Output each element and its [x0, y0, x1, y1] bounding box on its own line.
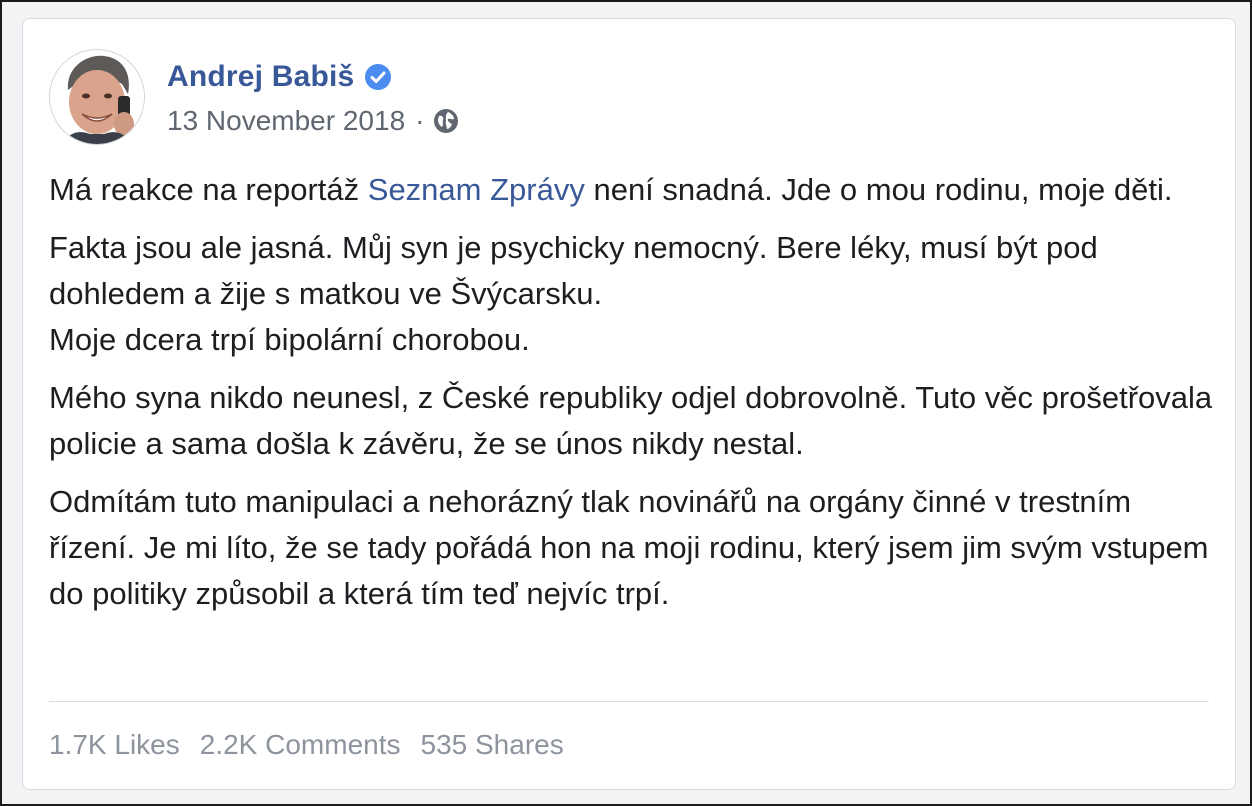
paragraph-text: Mého syna nikdo neunesl, z České republi… [49, 380, 1213, 461]
globe-icon[interactable] [432, 107, 460, 135]
paragraph-text: Odmítám tuto manipulaci a nehorázný tlak… [49, 484, 1209, 611]
post-paragraph: Mého syna nikdo neunesl, z České republi… [49, 375, 1219, 467]
post-stats: 1.7K Likes 2.2K Comments 535 Shares [49, 729, 584, 761]
screenshot-frame: Andrej Babiš 13 November 2018 · Má reakc… [0, 0, 1252, 806]
paragraph-text: není snadná. Jde o mou rodinu, moje děti… [584, 172, 1173, 207]
post-paragraph: Odmítám tuto manipulaci a nehorázný tlak… [49, 479, 1219, 617]
comments-count[interactable]: 2.2K Comments [200, 729, 401, 761]
paragraph-text: Má reakce na reportáž [49, 172, 368, 207]
stats-divider [49, 701, 1209, 702]
post-header: Andrej Babiš 13 November 2018 · [49, 47, 460, 147]
paragraph-text: Moje dcera trpí bipolární chorobou. [49, 322, 530, 357]
separator-dot: · [415, 105, 425, 136]
author-avatar[interactable] [49, 49, 145, 145]
shares-count[interactable]: 535 Shares [421, 729, 564, 761]
post-card: Andrej Babiš 13 November 2018 · Má reakc… [22, 18, 1236, 790]
post-timestamp[interactable]: 13 November 2018 [167, 105, 405, 137]
author-name-row: Andrej Babiš [167, 57, 460, 97]
likes-count[interactable]: 1.7K Likes [49, 729, 180, 761]
post-date-row: 13 November 2018 · [167, 105, 460, 137]
page-mention-link[interactable]: Seznam Zprávy [368, 172, 585, 207]
post-body: Má reakce na reportáž Seznam Zprávy není… [49, 167, 1219, 629]
post-paragraph: Má reakce na reportáž Seznam Zprávy není… [49, 167, 1219, 213]
post-meta: Andrej Babiš 13 November 2018 · [167, 57, 460, 137]
post-paragraph: Fakta jsou ale jasná. Můj syn je psychic… [49, 225, 1219, 363]
paragraph-text: Fakta jsou ale jasná. Můj syn je psychic… [49, 230, 1098, 311]
author-name[interactable]: Andrej Babiš [167, 60, 354, 94]
verified-badge-icon [364, 63, 392, 91]
avatar-portrait-icon [50, 50, 144, 144]
